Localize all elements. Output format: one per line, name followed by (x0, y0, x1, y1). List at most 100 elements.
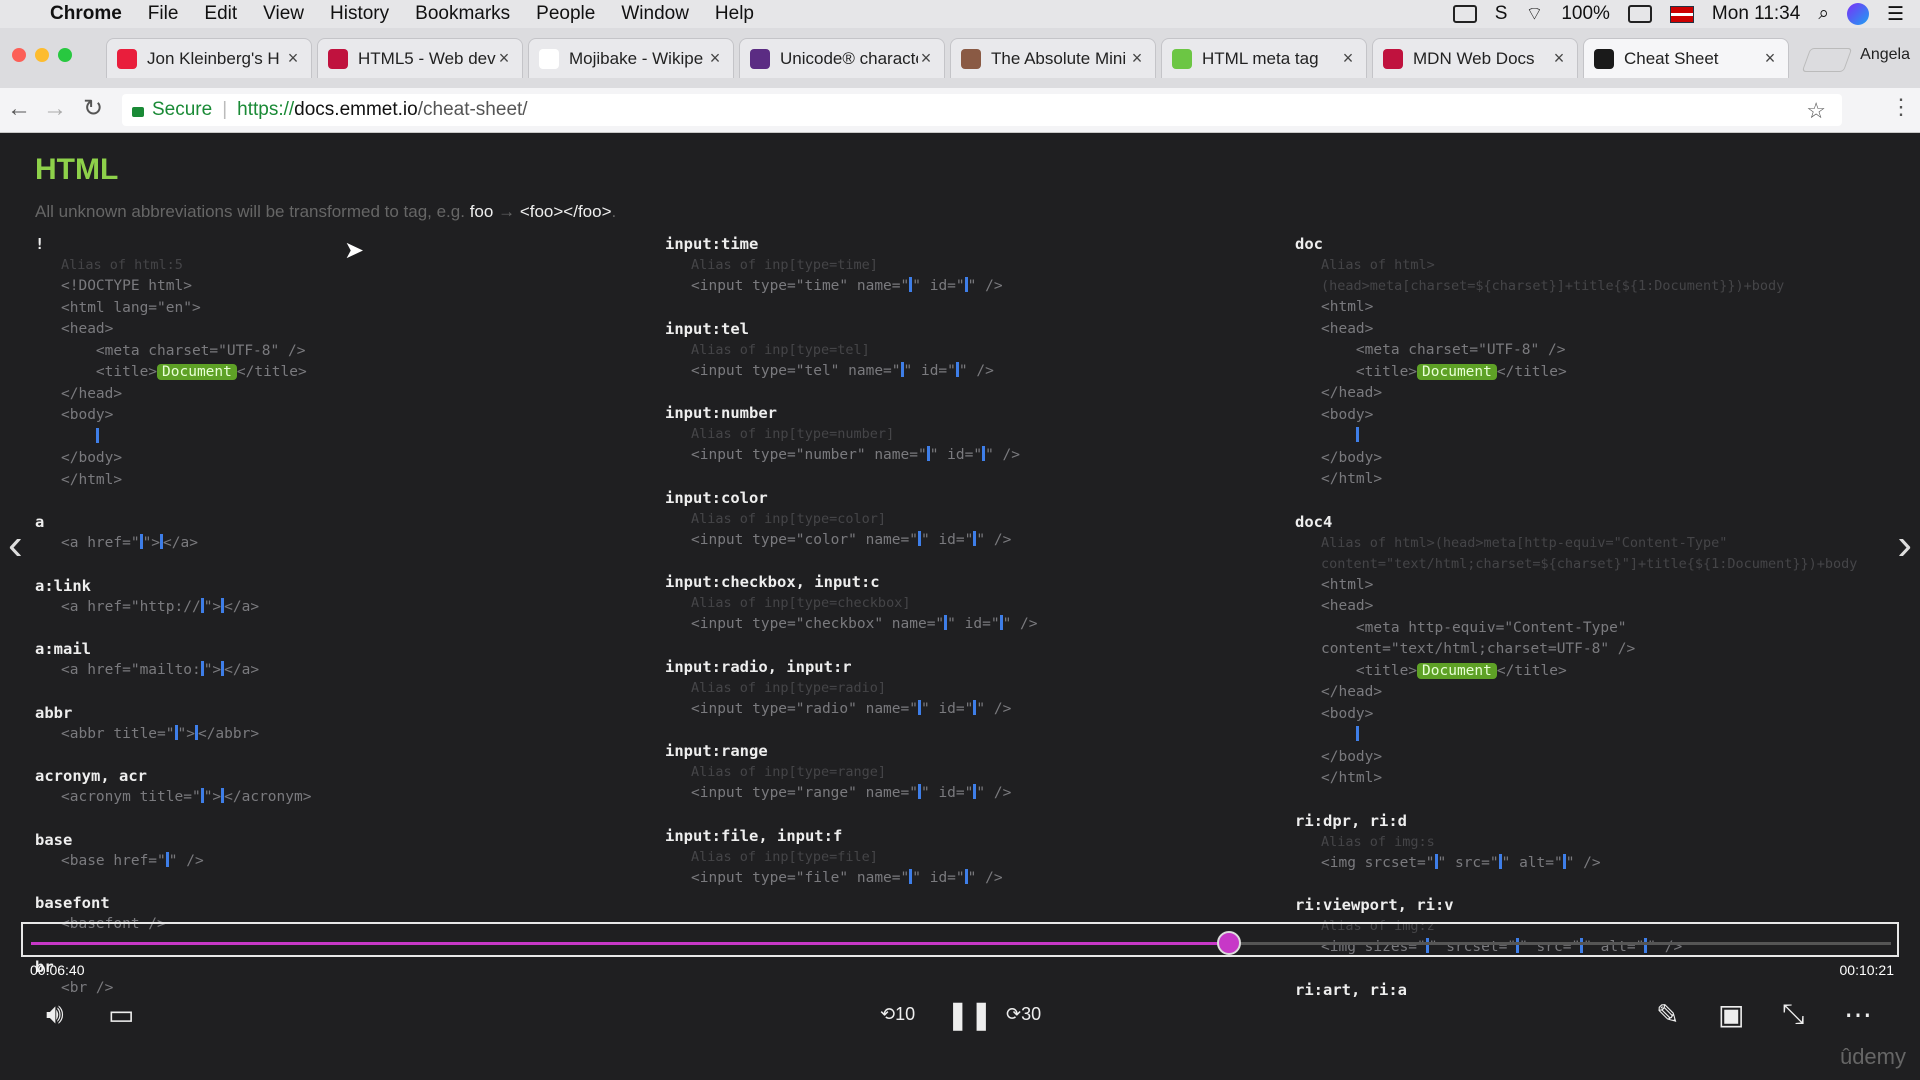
menu-help[interactable]: Help (715, 3, 754, 25)
rewind-label: 10 (895, 1004, 916, 1024)
menu-view[interactable]: View (263, 3, 304, 25)
pencil-icon[interactable]: ✎ (1656, 998, 1679, 1031)
snippet-code-line: </html> (1321, 770, 1383, 786)
tab-title: Mojibake - Wikipe (569, 48, 704, 68)
placeholder-badge: Document (1417, 662, 1497, 679)
forward-icon[interactable]: → (40, 94, 70, 124)
menu-history[interactable]: History (330, 3, 389, 25)
tab-favicon-icon (539, 48, 559, 69)
battery-icon[interactable] (1627, 5, 1652, 23)
browser-tab[interactable]: The Absolute Mini × (950, 38, 1156, 78)
pause-icon[interactable]: ❚❚ (946, 998, 993, 1031)
snippet-abbreviation: doc4 (1295, 512, 1333, 531)
captions-icon[interactable]: ▭ (108, 998, 134, 1031)
forward-30-button[interactable]: ⟳30 (1006, 1004, 1041, 1025)
tab-stop-cursor (955, 361, 959, 377)
snippet-alias: Alias of img:s (1321, 833, 1435, 850)
close-tab-icon[interactable]: × (496, 48, 512, 69)
next-lecture-icon[interactable]: › (1897, 520, 1912, 570)
close-tab-icon[interactable]: × (1340, 48, 1356, 69)
close-window-icon[interactable] (12, 48, 26, 62)
snippet-entry: acronym, acr <acronym title=" "> </acronym> (35, 765, 311, 809)
picture-in-picture-icon[interactable]: ▣ (1718, 998, 1744, 1031)
snippet-entry: base <base href=" " /> (35, 829, 311, 873)
snippet-alias: Alias of inp[type=radio] (691, 679, 887, 696)
browser-tab[interactable]: Cheat Sheet × (1583, 38, 1789, 78)
minimize-window-icon[interactable] (35, 48, 49, 62)
close-tab-icon[interactable]: × (285, 48, 301, 69)
snippet-abbreviation: a:mail (35, 640, 91, 658)
snippet-alias: Alias of inp[type=color] (691, 510, 887, 527)
menu-window[interactable]: Window (621, 3, 689, 25)
snippet-entry: ri:dpr, ri:d Alias of img:s <img srcset=" "… (1295, 810, 1857, 875)
tab-title: Cheat Sheet (1624, 48, 1719, 68)
placeholder-badge: Document (157, 364, 237, 380)
facetime-icon[interactable] (1452, 5, 1477, 23)
tab-stop-cursor (194, 724, 198, 740)
zoom-window-icon[interactable] (58, 48, 72, 62)
close-tab-icon[interactable]: × (918, 48, 934, 69)
menu-bookmarks[interactable]: Bookmarks (415, 3, 510, 25)
tab-stop-cursor (999, 615, 1003, 630)
menu-file[interactable]: File (148, 3, 179, 25)
snippet-code-line: <br /> (61, 979, 114, 996)
siri-icon[interactable] (1846, 3, 1869, 25)
mouse-pointer-icon: ➤ (344, 237, 365, 264)
new-tab-button[interactable] (1801, 48, 1853, 72)
clock[interactable]: Mon 11:34 (1712, 3, 1800, 25)
tab-stop-cursor (973, 784, 977, 799)
tab-title: Unicode® characte (780, 48, 918, 68)
back-icon[interactable]: ← (4, 94, 34, 124)
wifi-icon[interactable]: ⌔ (1525, 2, 1543, 26)
snippet-alias: Alias of html:5 (61, 257, 183, 273)
seek-bar[interactable] (21, 922, 1899, 957)
menu-edit[interactable]: Edit (204, 3, 237, 25)
snippet-code-line: <head> (1321, 598, 1374, 614)
volume-icon[interactable]: 🔊︎ (46, 998, 64, 1031)
snippet-alias: Alias of inp[type=file] (691, 848, 878, 865)
tab-stop-cursor (973, 530, 977, 546)
snippet-code-line: </head> (61, 385, 123, 402)
previous-lecture-icon[interactable]: ‹ (8, 520, 23, 570)
tab-stop-cursor (200, 788, 204, 803)
address-separator: | (222, 99, 228, 120)
seek-handle[interactable] (1216, 931, 1241, 955)
intro-keyword: foo (469, 202, 494, 221)
browser-tab[interactable]: HTML5 - Web dev × (317, 38, 523, 78)
close-tab-icon[interactable]: × (1551, 48, 1567, 69)
lock-icon (132, 107, 144, 117)
profile-name[interactable]: Angela (1860, 46, 1910, 64)
menu-people[interactable]: People (536, 3, 595, 25)
skype-icon[interactable]: S (1495, 3, 1508, 25)
search-icon[interactable]: ⌕ (1818, 3, 1829, 25)
close-tab-icon[interactable]: × (1762, 48, 1778, 69)
rewind-10-button[interactable]: ⟲10 (880, 1004, 915, 1025)
snippet-abbreviation: input:checkbox, input:c (665, 573, 880, 591)
snippet-entry: input:checkbox, input:c Alias of inp[type… (665, 571, 1037, 636)
list-icon[interactable]: ☰ (1887, 3, 1904, 26)
snippet-abbreviation: input:number (665, 404, 777, 422)
snippet-code-line: <title> Document </title> (61, 364, 307, 380)
browser-tab[interactable]: HTML meta tag × (1161, 38, 1367, 78)
close-tab-icon[interactable]: × (707, 48, 723, 69)
placeholder-badge: Document (1417, 363, 1497, 380)
reload-icon[interactable]: ↻ (78, 94, 108, 124)
bookmark-star-icon[interactable]: ☆ (1806, 98, 1826, 124)
flag-icon[interactable] (1669, 5, 1694, 23)
browser-tab[interactable]: Mojibake - Wikipe × (528, 38, 734, 78)
menu-chrome[interactable]: Chrome (50, 3, 122, 25)
snippet-entry: input:range Alias of inp[type=range] <inpu… (665, 740, 1037, 805)
more-options-icon[interactable]: ⋯ (1844, 998, 1872, 1031)
chrome-menu-icon[interactable]: ⋮ (1886, 94, 1916, 120)
tab-favicon-icon (961, 48, 981, 69)
browser-tab[interactable]: Unicode® characte × (739, 38, 945, 78)
snippet-code-line: </head> (1321, 684, 1383, 700)
snippet-code-line: <head> (1321, 320, 1374, 337)
address-bar[interactable]: Secure | https://docs.emmet.io/cheat-she… (122, 94, 1842, 126)
browser-tab[interactable]: MDN Web Docs × (1372, 38, 1578, 78)
tab-favicon-icon (1594, 48, 1614, 69)
exit-fullscreen-icon[interactable]: ⤡ (1782, 998, 1804, 1031)
snippet-alias: Alias of inp[type=time] (691, 257, 878, 273)
close-tab-icon[interactable]: × (1129, 48, 1145, 69)
browser-tab[interactable]: Jon Kleinberg's H × (106, 38, 312, 78)
